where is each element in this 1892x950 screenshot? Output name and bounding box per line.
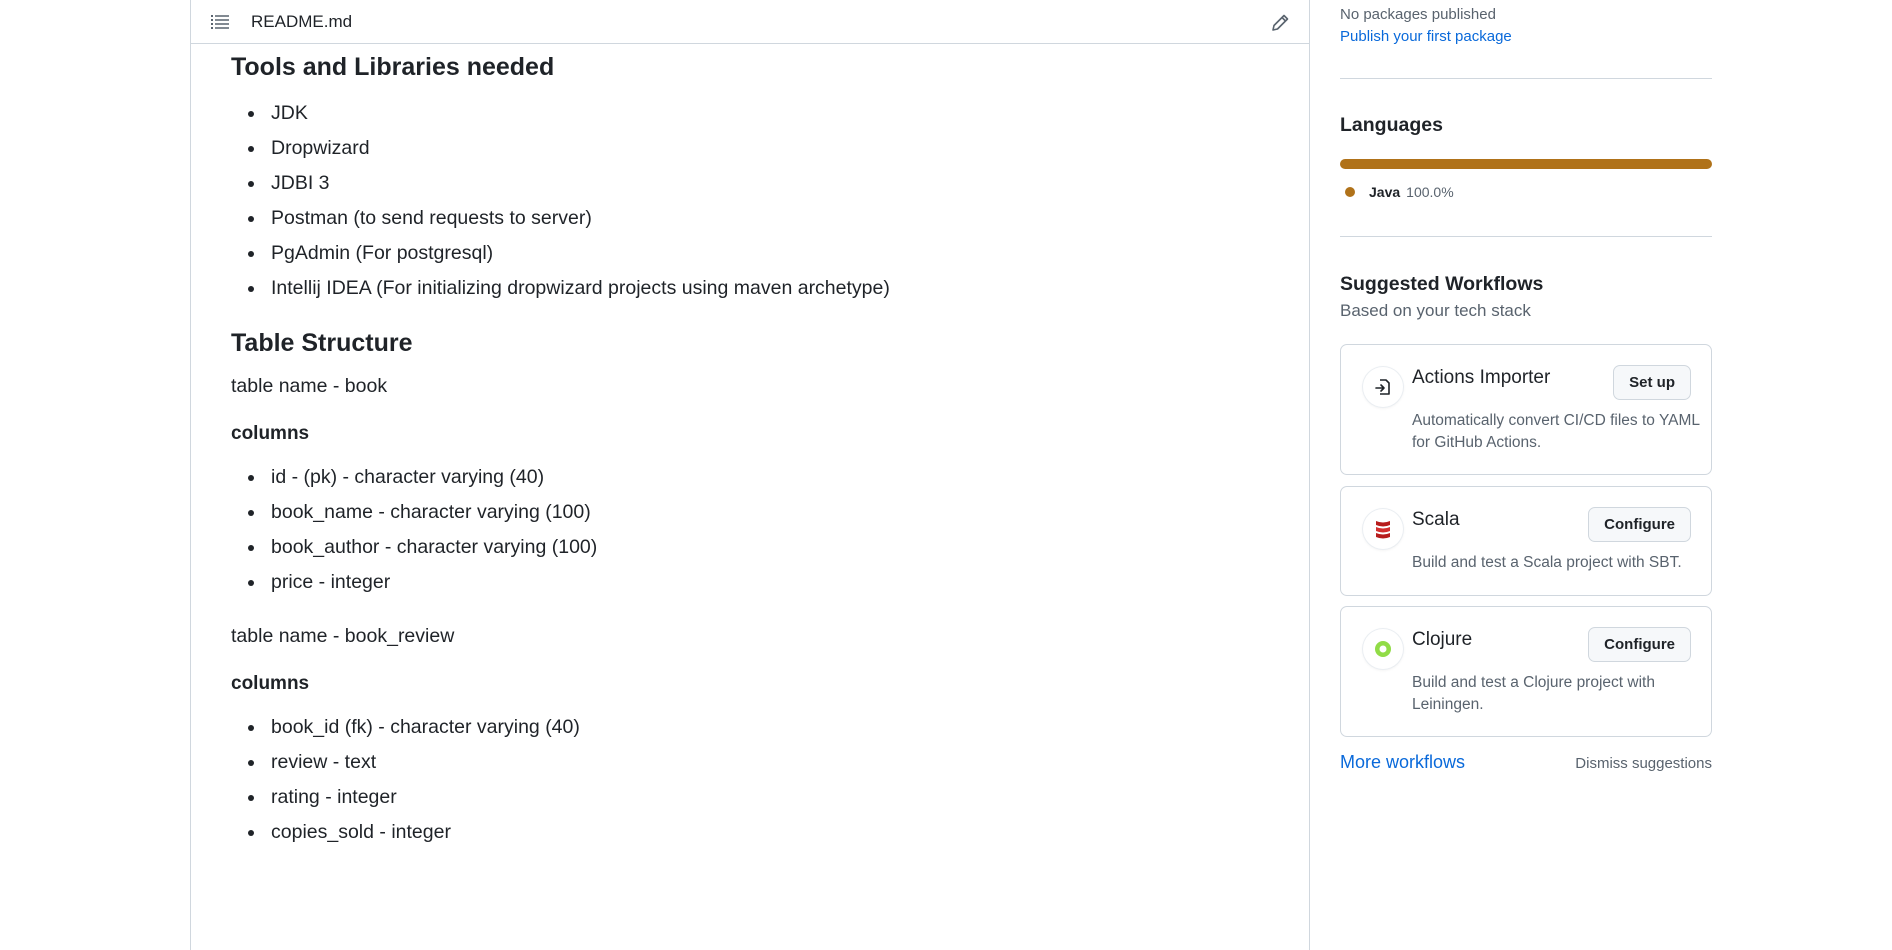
list-item: Intellij IDEA (For initializing dropwiza… <box>231 271 1269 306</box>
pencil-icon[interactable] <box>1269 12 1291 34</box>
workflow-name: Actions Importer <box>1412 367 1551 388</box>
configure-button[interactable]: Configure <box>1588 507 1691 542</box>
tools-heading: Tools and Libraries needed <box>231 53 555 81</box>
list-item: Dropwizard <box>231 131 1269 166</box>
divider <box>1340 78 1712 79</box>
languages-heading: Languages <box>1340 114 1443 136</box>
readme-panel: README.md Tools and Libraries needed JDK… <box>190 0 1310 950</box>
workflow-card-scala: Scala Configure Build and test a Scala p… <box>1340 486 1712 596</box>
table-structure-heading: Table Structure <box>231 329 413 357</box>
actions-importer-icon <box>1363 367 1403 407</box>
scala-icon <box>1363 509 1403 549</box>
list-item: review - text <box>231 745 1269 780</box>
list-item: book_name - character varying (100) <box>231 495 1269 530</box>
workflow-name: Clojure <box>1412 629 1473 650</box>
clojure-icon <box>1363 629 1403 669</box>
workflow-description: Build and test a Scala project with SBT. <box>1412 554 1682 571</box>
language-bar[interactable] <box>1340 159 1712 169</box>
columns-heading: columns <box>231 673 310 694</box>
set-up-button[interactable]: Set up <box>1613 365 1691 400</box>
readme-filename[interactable]: README.md <box>251 12 352 32</box>
table2-name: table name - book_review <box>231 625 455 647</box>
table1-name: table name - book <box>231 375 388 397</box>
readme-header: README.md <box>191 0 1309 44</box>
dismiss-suggestions-button[interactable]: Dismiss suggestions <box>1575 755 1712 772</box>
list-item: Postman (to send requests to server) <box>231 201 1269 236</box>
table1-columns-list: id - (pk) - character varying (40) book_… <box>231 460 1269 600</box>
packages-status: No packages published <box>1340 6 1496 23</box>
divider <box>1340 236 1712 237</box>
list-item: rating - integer <box>231 780 1269 815</box>
tools-list: JDK Dropwizard JDBI 3 Postman (to send r… <box>231 96 1269 306</box>
list-item: price - integer <box>231 565 1269 600</box>
table2-columns-list: book_id (fk) - character varying (40) re… <box>231 710 1269 850</box>
suggested-workflows-heading: Suggested Workflows <box>1340 273 1544 295</box>
list-item: PgAdmin (For postgresql) <box>231 236 1269 271</box>
language-name: Java <box>1369 184 1401 200</box>
outline-list-icon[interactable] <box>211 14 229 30</box>
readme-content: Tools and Libraries needed JDK Dropwizar… <box>231 52 1269 872</box>
list-item: copies_sold - integer <box>231 815 1269 850</box>
language-item-java[interactable]: Java 100.0% <box>1340 184 1454 200</box>
language-percent: 100.0% <box>1406 184 1454 200</box>
columns-heading: columns <box>231 423 310 444</box>
workflow-description: Automatically convert CI/CD files to YAM… <box>1412 412 1700 451</box>
workflow-description: Build and test a Clojure project with Le… <box>1412 674 1655 713</box>
list-item: book_author - character varying (100) <box>231 530 1269 565</box>
workflow-name: Scala <box>1412 509 1460 530</box>
workflow-card-actions-importer: Actions Importer Set up Automatically co… <box>1340 344 1712 475</box>
list-item: book_id (fk) - character varying (40) <box>231 710 1269 745</box>
workflow-card-clojure: Clojure Configure Build and test a Cloju… <box>1340 606 1712 737</box>
language-color-dot <box>1345 187 1355 197</box>
list-item: JDK <box>231 96 1269 131</box>
workflows-subheading: Based on your tech stack <box>1340 301 1531 320</box>
more-workflows-link[interactable]: More workflows <box>1340 752 1465 773</box>
list-item: id - (pk) - character varying (40) <box>231 460 1269 495</box>
list-item: JDBI 3 <box>231 166 1269 201</box>
publish-package-link[interactable]: Publish your first package <box>1340 28 1512 45</box>
configure-button[interactable]: Configure <box>1588 627 1691 662</box>
